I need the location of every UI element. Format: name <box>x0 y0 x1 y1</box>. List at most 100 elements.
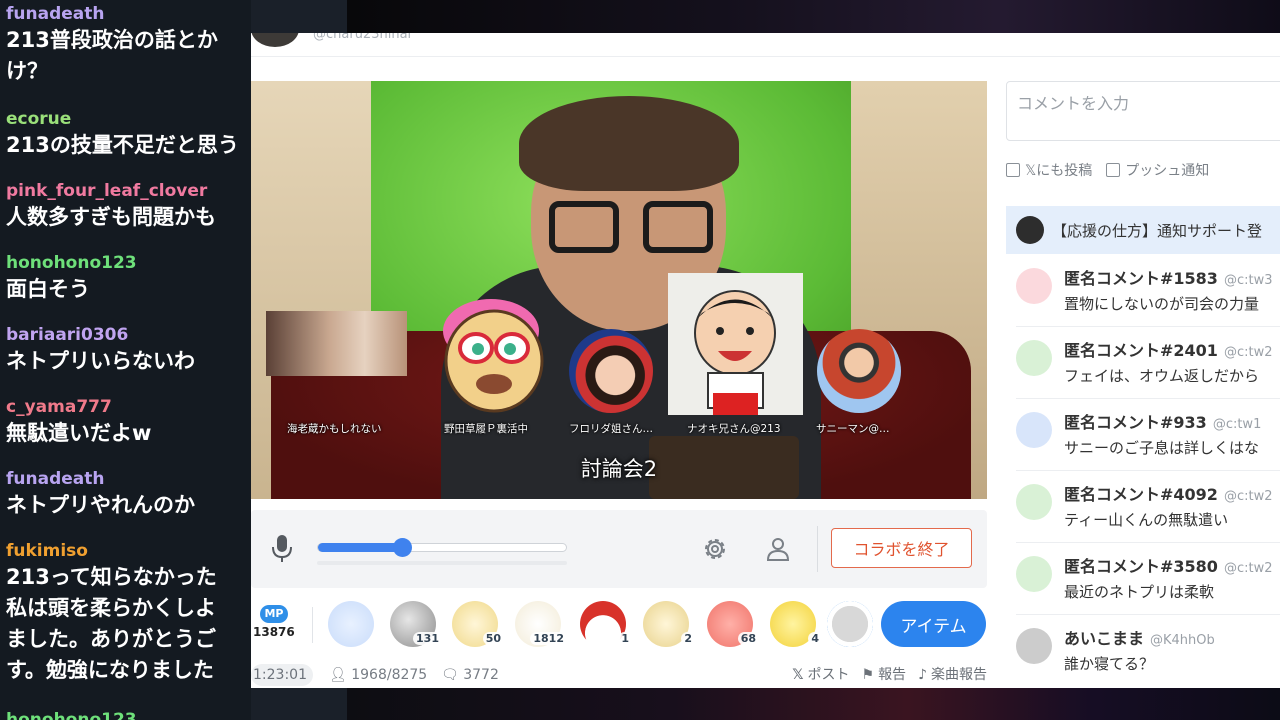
stream-background-top <box>347 0 1280 33</box>
anonymous-avatar <box>1016 412 1052 448</box>
gift-item[interactable]: 131 <box>390 601 442 647</box>
chat-text: す。勉強になりました <box>6 658 214 682</box>
flag-icon: ⚑ <box>861 667 875 683</box>
items-button[interactable]: アイテム <box>881 601 986 647</box>
collaborator-avatar <box>434 286 549 416</box>
chat-message: ecorue 213の技量不足だと思う <box>6 109 251 160</box>
gift-count: 131 <box>413 632 442 645</box>
comment-text: サニーのご子息は詳しくはな <box>1064 439 1260 457</box>
chat-message: fukimiso 213って知らなかった 私は頭を柔らかくしよ ました。ありがと… <box>6 541 251 685</box>
host-avatar[interactable] <box>251 33 299 47</box>
post-to-x-checkbox[interactable]: 𝕏にも投稿 <box>1006 160 1092 180</box>
support-banner[interactable]: 【応援の仕方】通知サポート登 <box>1006 206 1280 254</box>
gift-count: 4 <box>808 632 822 645</box>
video-glasses <box>643 201 713 253</box>
checkbox-icon <box>1106 163 1121 177</box>
gear-icon[interactable] <box>702 536 728 562</box>
person-icon: 👤︎ <box>329 667 347 683</box>
host-handle[interactable]: @charu23hinal <box>313 33 411 42</box>
chat-username: fukimiso <box>6 541 88 561</box>
comment-item[interactable]: 匿名コメント#1583 @c:tw3 置物にしないのが司会の力量 <box>1016 255 1280 327</box>
push-notification-label: プッシュ通知 <box>1125 163 1210 179</box>
collaborator-video-thumb <box>266 311 407 376</box>
chat-text: 213の技量不足だと思う <box>6 133 239 157</box>
video-glasses <box>549 201 619 253</box>
chat-overlay: funadeath 213普段政治の話とか け？ ecorue 213の技量不足… <box>0 0 251 720</box>
comment-author-id: @K4hhOb <box>1150 633 1215 648</box>
anonymous-avatar <box>1016 268 1052 304</box>
post-label: ポスト <box>807 667 850 683</box>
gift-item[interactable]: 50 <box>452 601 504 647</box>
chat-username: funadeath <box>6 469 105 489</box>
comment-bubble-icon: 🗨︎ <box>441 667 459 683</box>
chat-text: 213って知らなかった <box>6 565 217 589</box>
chat-message: bariaari0306 ネトプリいらないわ <box>6 325 251 376</box>
mp-badge: MP <box>260 605 288 623</box>
comment-text: フェイは、オウム返しだから <box>1064 367 1260 385</box>
viewer-count-value: 1968/8275 <box>351 667 428 683</box>
comment-text: 置物にしないのが司会の力量 <box>1064 295 1260 313</box>
chat-message: c_yama777 無駄遣いだよw <box>6 397 251 448</box>
broadcast-controls: コラボを終了 <box>251 510 987 588</box>
comment-input[interactable]: コメントを入力 <box>1006 81 1280 141</box>
report-link[interactable]: ⚑ 報告 <box>862 664 907 686</box>
video-title: 討論会2 <box>580 457 658 481</box>
divider <box>251 56 1280 57</box>
collaborator-avatar <box>817 329 901 413</box>
volume-slider-handle[interactable] <box>393 538 412 557</box>
support-icon <box>1016 216 1044 244</box>
comment-options: 𝕏にも投稿 プッシュ通知 <box>1006 160 1209 180</box>
push-notification-checkbox[interactable]: プッシュ通知 <box>1106 160 1209 180</box>
comment-item[interactable]: 匿名コメント#3580 @c:tw2 最近のネトプリは柔軟 <box>1016 543 1280 615</box>
video-streamer-hair <box>519 96 739 191</box>
comment-item[interactable]: 匿名コメント#933 @c:tw1 サニーのご子息は詳しくはな <box>1016 399 1280 471</box>
gift-item[interactable]: 68 <box>707 601 759 647</box>
music-report-link[interactable]: ♪ 楽曲報告 <box>918 664 987 686</box>
comment-author-id: @c:tw2 <box>1223 561 1273 576</box>
chat-text: 人数多すぎも問題かも <box>6 205 216 229</box>
gift-item[interactable] <box>827 601 873 647</box>
smile-coin-icon <box>328 601 374 647</box>
divider <box>312 607 313 643</box>
x-logo-icon: 𝕏 <box>792 667 804 683</box>
mp-balance: MP 13876 <box>253 605 297 645</box>
collaborator-name: フロリダ姐さん… <box>569 423 653 435</box>
end-collab-button[interactable]: コラボを終了 <box>831 528 972 568</box>
comment-item[interactable]: 匿名コメント#2401 @c:tw2 フェイは、オウム返しだから <box>1016 327 1280 399</box>
chat-username: bariaari0306 <box>6 325 129 345</box>
stream-stats: 1:23:01 👤︎ 1968/8275 🗨︎ 3772 𝕏 ポスト ⚑ 報告 … <box>251 661 987 688</box>
comment-count: 🗨︎ 3772 <box>441 664 499 686</box>
gift-item[interactable]: 4 <box>770 601 822 647</box>
comment-author: あいこまま <box>1064 629 1145 648</box>
anonymous-avatar <box>1016 556 1052 592</box>
gift-item[interactable]: 1 <box>580 601 632 647</box>
chat-text: 無駄遣いだよw <box>6 421 152 445</box>
gift-item[interactable] <box>328 601 374 647</box>
comment-author: 匿名コメント#2401 <box>1064 341 1218 360</box>
mic-icon[interactable] <box>271 534 293 564</box>
gift-item[interactable]: 1812 <box>515 601 567 647</box>
chat-text: 私は頭を柔らかくしよ <box>6 596 216 620</box>
user-icon[interactable] <box>766 536 790 562</box>
post-to-x-link[interactable]: 𝕏 ポスト <box>792 664 849 686</box>
chat-message: funadeath 213普段政治の話とか け？ <box>6 4 251 86</box>
chat-username: funadeath <box>6 4 105 24</box>
collaborator-name: ナオキ兄さん@213 <box>687 423 781 435</box>
comment-item[interactable]: 匿名コメント#4092 @c:tw2 ティー山くんの無駄遣い <box>1016 471 1280 543</box>
volume-slider-track[interactable] <box>317 543 567 552</box>
chat-username: honohono123 <box>6 710 137 720</box>
chat-text: ネトプリやれんのか <box>6 493 195 517</box>
collaborator-avatar <box>569 329 653 413</box>
chat-message: pink_four_leaf_clover 人数多すぎも問題かも <box>6 181 251 232</box>
chat-text: ネトプリいらないわ <box>6 349 195 373</box>
collaborator-avatar <box>668 273 803 415</box>
stream-background-bottom <box>347 688 1280 720</box>
comment-item[interactable]: あいこまま @K4hhOb 誰か寝てる？ <box>1016 615 1280 687</box>
gift-item[interactable]: 2 <box>643 601 695 647</box>
gift-count: 1 <box>618 632 632 645</box>
chat-message: honohono123 面白そう <box>6 253 251 304</box>
gift-count: 50 <box>482 632 504 645</box>
divider <box>817 526 818 572</box>
video-player[interactable]: 海老蔵かもしれない 野田草履Ｐ裏活中 フロリダ姐さん… ナオキ兄さん@213 サ… <box>251 81 987 499</box>
user-avatar <box>1016 628 1052 664</box>
